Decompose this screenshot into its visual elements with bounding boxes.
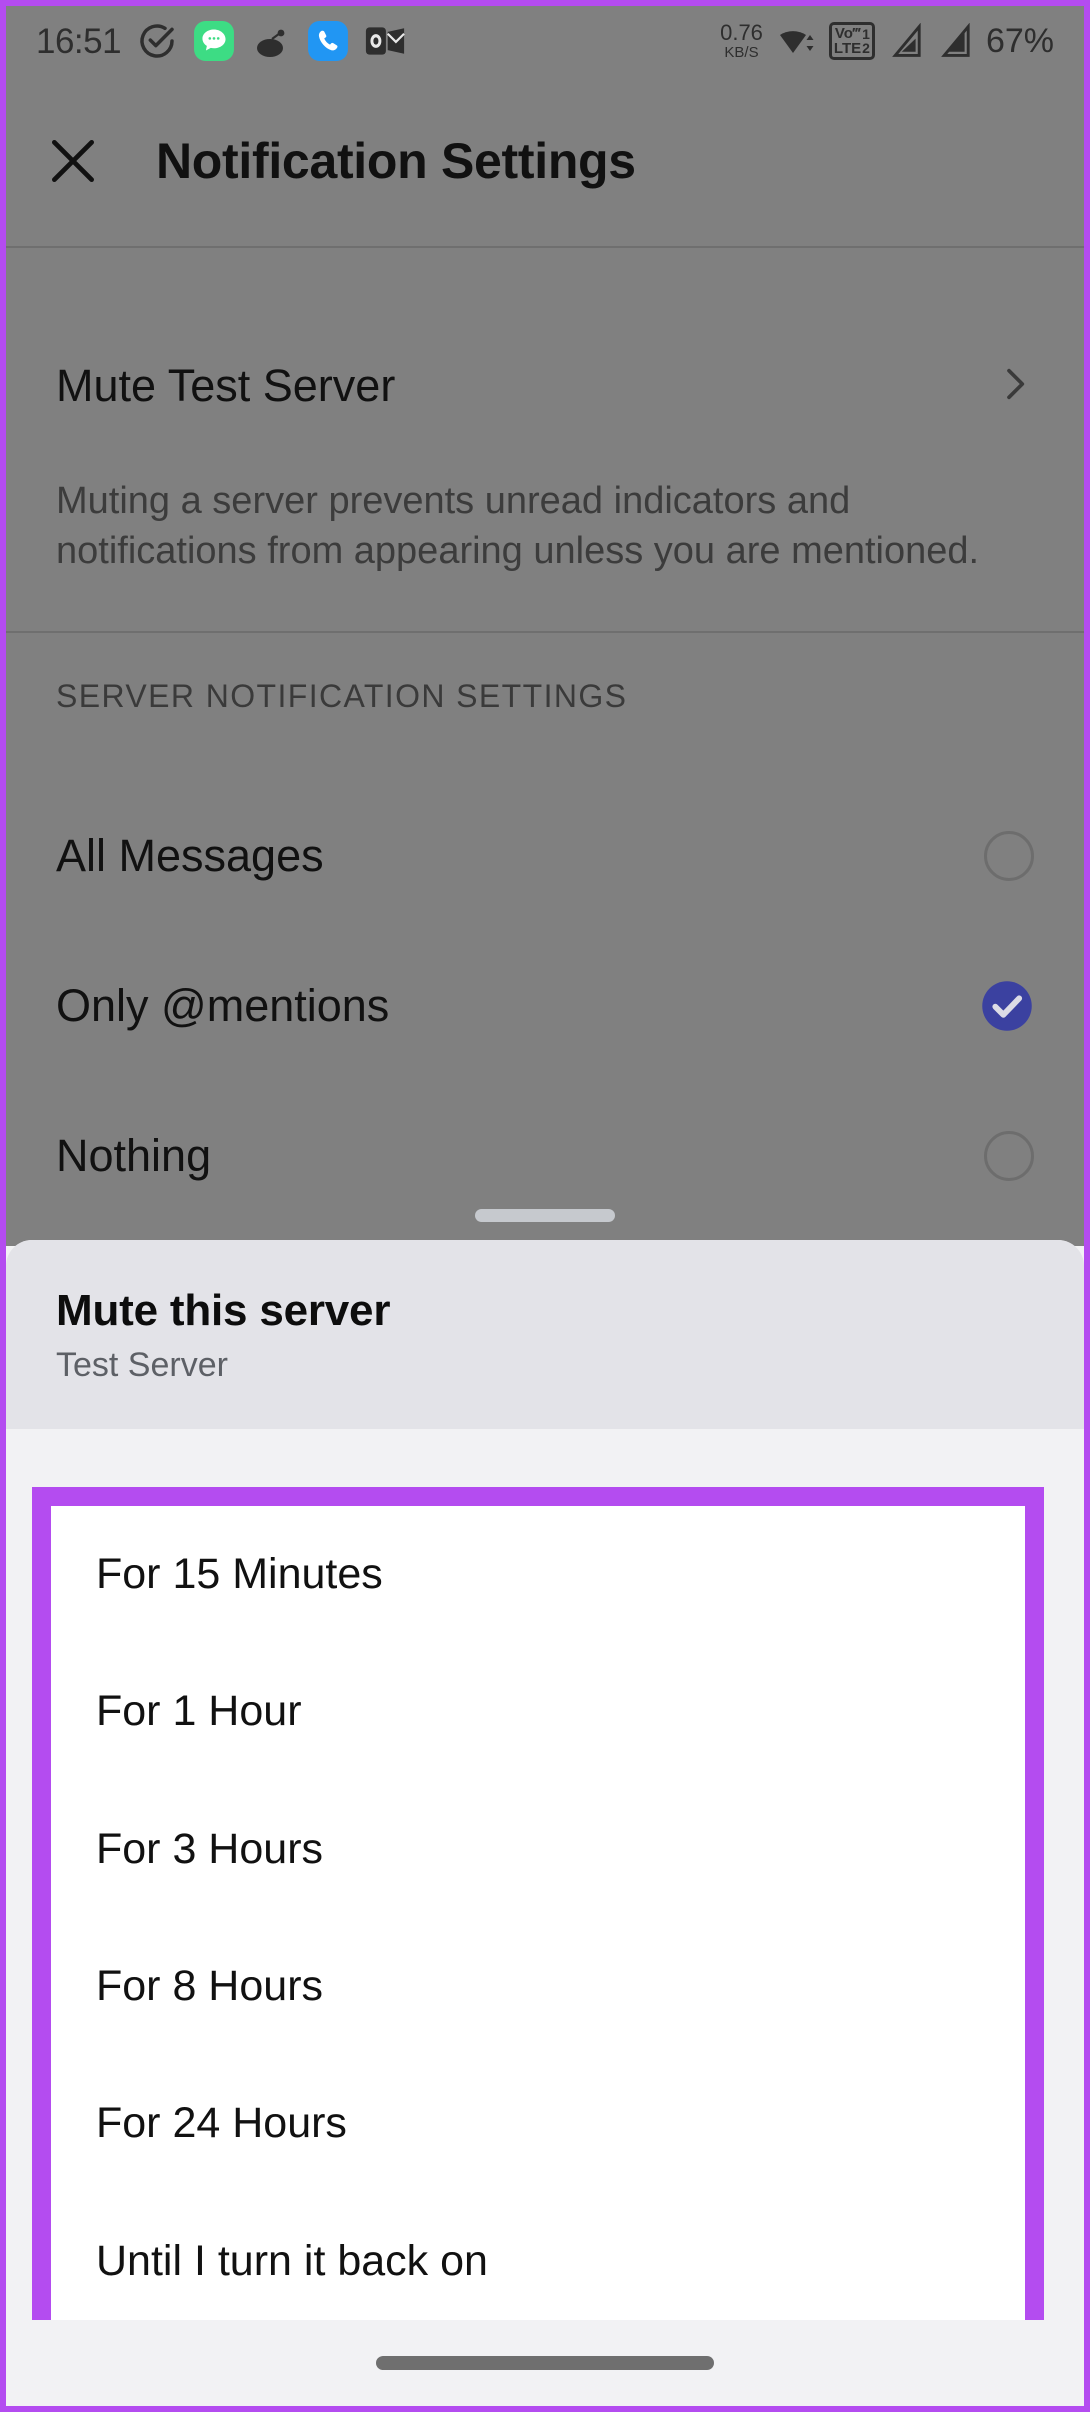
check-circle-icon bbox=[137, 21, 177, 61]
option-only-mentions[interactable]: Only @mentions bbox=[6, 956, 1084, 1056]
phone-screen: 16:51 0.76 KB/S Vo‴ LTE 1 2 67% Notifica… bbox=[0, 0, 1090, 2412]
mute-description: Muting a server prevents unread indicato… bbox=[56, 480, 980, 573]
network-speed-value: 0.76 bbox=[720, 20, 763, 45]
mute-option-8-hours[interactable]: For 8 Hours bbox=[51, 1918, 1025, 2055]
list-item[interactable]: For 24 Hours bbox=[51, 2055, 1025, 2192]
list-item[interactable]: Until I turn it back on bbox=[51, 2193, 1025, 2330]
option-label: Only @mentions bbox=[56, 980, 390, 1031]
option-label: Nothing bbox=[56, 1130, 212, 1181]
volte-label-bottom: LTE bbox=[833, 40, 862, 57]
outlook-icon bbox=[365, 23, 405, 59]
radio-unselected-icon[interactable] bbox=[984, 831, 1034, 881]
list-item[interactable]: For 8 Hours bbox=[51, 1918, 1025, 2055]
mute-option-24-hours[interactable]: For 24 Hours bbox=[51, 2055, 1025, 2192]
mute-option-3-hours[interactable]: For 3 Hours bbox=[51, 1781, 1025, 1918]
page-title: Notification Settings bbox=[156, 133, 636, 189]
signal-bars-sim1-icon bbox=[888, 23, 924, 59]
gesture-nav-bar bbox=[6, 2320, 1084, 2406]
home-indicator[interactable] bbox=[376, 2356, 714, 2370]
volte-sim1: 1 bbox=[862, 25, 870, 42]
radio-selected-icon[interactable] bbox=[980, 979, 1034, 1033]
dimmed-background-scrim[interactable]: 16:51 0.76 KB/S Vo‴ LTE 1 2 67% Notifica… bbox=[6, 6, 1084, 1246]
battery-percentage: 67% bbox=[985, 22, 1054, 60]
mute-server-row[interactable]: Mute Test Server bbox=[6, 336, 1084, 436]
option-nothing[interactable]: Nothing bbox=[6, 1106, 1084, 1206]
network-speed-unit: KB/S bbox=[724, 44, 759, 61]
mute-option-15-minutes[interactable]: For 15 Minutes bbox=[51, 1506, 1025, 1643]
app-bar: Notification Settings bbox=[6, 76, 1084, 246]
status-bar-right: 0.76 KB/S Vo‴ LTE 1 2 67% bbox=[720, 22, 1054, 61]
mute-duration-option-list: For 15 Minutes For 1 Hour For 3 Hours Fo… bbox=[51, 1506, 1025, 2330]
option-label: All Messages bbox=[56, 830, 324, 881]
mute-option-1-hour[interactable]: For 1 Hour bbox=[51, 1643, 1025, 1780]
bottom-sheet-header: Mute this server Test Server bbox=[6, 1240, 1084, 1429]
chevron-right-icon bbox=[994, 364, 1034, 409]
mute-server-label: Mute Test Server bbox=[56, 360, 396, 411]
reddit-icon bbox=[251, 21, 291, 61]
list-item[interactable]: For 1 Hour bbox=[51, 1643, 1025, 1780]
phone-icon bbox=[307, 20, 349, 62]
section-header-server-notification-settings: SERVER NOTIFICATION SETTINGS bbox=[56, 678, 628, 714]
mute-server-bottom-sheet: Mute this server Test Server For 15 Minu… bbox=[6, 1240, 1084, 2406]
signal-bars-sim2-icon bbox=[937, 23, 973, 59]
mute-duration-options-highlight: For 15 Minutes For 1 Hour For 3 Hours Fo… bbox=[32, 1487, 1044, 2349]
option-all-messages[interactable]: All Messages bbox=[6, 806, 1084, 906]
volte-sim2: 2 bbox=[862, 40, 870, 56]
bottom-sheet-title: Mute this server bbox=[56, 1286, 391, 1335]
sheet-drag-handle[interactable] bbox=[475, 1209, 615, 1222]
bottom-sheet-subtitle: Test Server bbox=[56, 1346, 228, 1384]
section-divider bbox=[6, 631, 1084, 633]
status-bar: 16:51 0.76 KB/S Vo‴ LTE 1 2 67% bbox=[6, 6, 1084, 76]
status-time: 16:51 bbox=[36, 21, 122, 61]
radio-unselected-icon[interactable] bbox=[984, 1131, 1034, 1181]
status-bar-left: 16:51 bbox=[36, 20, 405, 62]
wifi-icon bbox=[776, 23, 816, 59]
volte-icon: Vo‴ LTE 1 2 bbox=[828, 21, 875, 61]
close-icon[interactable] bbox=[18, 106, 128, 216]
appbar-divider bbox=[6, 246, 1084, 248]
volte-label-top: Vo‴ bbox=[834, 24, 861, 42]
network-speed-indicator: 0.76 KB/S bbox=[720, 20, 763, 61]
list-item[interactable]: For 3 Hours bbox=[51, 1781, 1025, 1918]
message-bubble-icon bbox=[193, 20, 235, 62]
mute-option-until-turned-back-on[interactable]: Until I turn it back on bbox=[51, 2193, 1025, 2330]
list-item[interactable]: For 15 Minutes bbox=[51, 1506, 1025, 1643]
